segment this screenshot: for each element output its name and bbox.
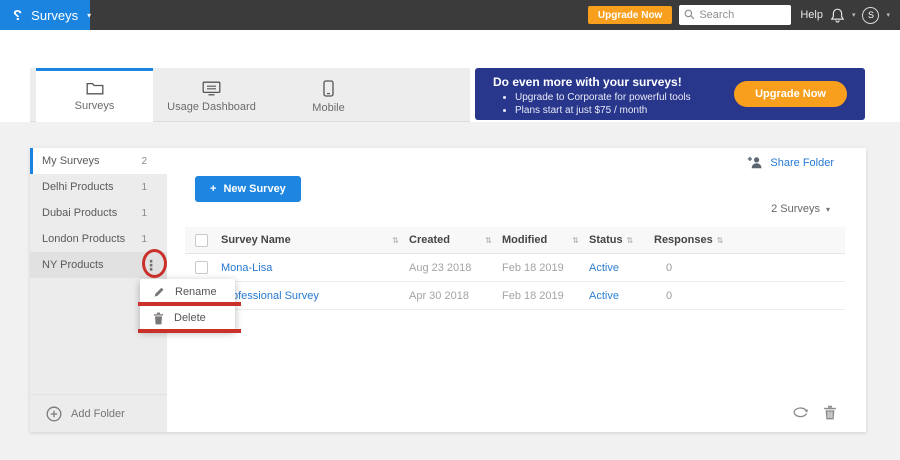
avatar[interactable]: S [862,6,880,24]
upgrade-now-button[interactable]: Upgrade Now [587,6,673,24]
search-icon [684,9,695,20]
chevron-down-icon: ▾ [825,204,830,214]
app-switcher[interactable]: ? Surveys ▾ [0,0,92,30]
menu-item-delete[interactable]: Delete [140,305,235,331]
sidebar-item-delhi-products[interactable]: Delhi Products 1 [30,174,167,200]
banner-bullet: Plans start at just $75 / month [515,104,691,117]
folder-label: NY Products [42,259,104,271]
new-survey-label: New Survey [223,183,286,195]
created-cell: Apr 30 2018 [409,289,469,302]
sort-icon[interactable]: ⇅ [572,236,579,245]
restore-icon[interactable] [792,406,809,419]
select-all-checkbox[interactable] [195,233,208,247]
table-header-row: Survey Name ⇅ Created ⇅ Modified ⇅ Statu… [185,227,845,254]
header-modified[interactable]: Modified ⇅ [502,234,589,246]
product-name: Surveys [31,7,79,23]
menu-item-rename[interactable]: Rename [140,279,235,305]
tab-label: Mobile [312,101,345,114]
share-folder-label: Share Folder [770,156,834,169]
folder-context-menu: Rename Delete [140,279,235,331]
share-folder-button[interactable]: Share Folder [747,156,834,169]
help-link[interactable]: Help [800,9,823,21]
proprofs-logo-icon: ? [13,6,23,24]
folder-label: My Surveys [42,155,100,167]
header-status[interactable]: Status ⇅ [589,234,641,246]
add-folder-label: Add Folder [71,407,125,420]
folder-count: 2 [141,155,147,167]
responses-cell: 0 [665,289,673,302]
banner-title: Do even more with your surveys! [493,75,682,89]
sort-icon[interactable]: ⇅ [392,236,399,245]
header-survey-name[interactable]: Survey Name ⇅ [221,234,409,246]
search-box[interactable] [679,5,792,25]
pencil-icon [154,287,164,297]
topbar: ? Surveys ▾ Upgrade Now Help ▾ S ▾ [0,0,900,30]
folder-count: 1 [141,181,147,193]
folder-icon [86,82,103,95]
delete-label: Delete [174,312,206,324]
banner-bullet: Upgrade to Corporate for powerful tools [515,91,691,104]
chevron-down-icon: ▾ [87,10,92,20]
row-checkbox[interactable] [195,261,208,274]
plus-circle-icon [46,406,62,421]
folder-count: 1 [141,207,147,219]
surveys-count-label: 2 Surveys [771,203,820,215]
chevron-down-icon[interactable]: ▾ [852,11,856,19]
kebab-menu-icon[interactable]: ⋮ [144,256,158,274]
sort-icon[interactable]: ⇅ [485,236,492,245]
tab-surveys[interactable]: Surveys [36,68,153,122]
created-cell: Aug 23 2018 [409,261,472,274]
surveys-count-dropdown[interactable]: 2 Surveys ▾ [771,203,830,215]
sidebar-item-dubai-products[interactable]: Dubai Products 1 [30,200,167,226]
folder-count: 1 [141,233,147,245]
sort-icon[interactable]: ⇅ [627,236,634,245]
modified-cell: Feb 18 2019 [502,289,564,302]
header-created[interactable]: Created ⇅ [409,234,502,246]
folder-label: London Products [42,233,126,245]
rename-label: Rename [175,286,217,298]
plus-icon: + [210,183,217,195]
mobile-icon [323,79,334,97]
sidebar-item-ny-products[interactable]: NY Products ⋮ [30,252,167,278]
status-cell[interactable]: Active [589,262,641,274]
sort-icon[interactable]: ⇅ [717,236,724,245]
footer-actions [792,405,837,420]
main-content: Share Folder + New Survey 2 Surveys ▾ Su… [167,148,866,432]
table-row: Mona-Lisa Aug 23 2018 Feb 18 2019 Active… [185,254,845,282]
survey-name-link[interactable]: Professional Survey [221,290,409,302]
banner-upgrade-button[interactable]: Upgrade Now [734,81,847,107]
tab-mobile[interactable]: Mobile [270,68,387,122]
chevron-down-icon[interactable]: ▾ [886,11,890,19]
survey-name-link[interactable]: Mona-Lisa [221,262,409,274]
share-folder-icon [748,156,763,169]
promo-banner: Do even more with your surveys! Upgrade … [475,68,865,120]
header-responses[interactable]: Responses ⇅ [641,234,723,246]
folder-label: Delhi Products [42,181,114,193]
tab-label: Usage Dashboard [167,100,256,113]
folder-label: Dubai Products [42,207,118,219]
surveys-table: Survey Name ⇅ Created ⇅ Modified ⇅ Statu… [185,227,845,310]
tab-label: Surveys [74,100,115,112]
tab-strip: Surveys Usage Dashboard Mobile [30,68,470,122]
trash-icon[interactable] [823,405,837,420]
sidebar-item-my-surveys[interactable]: My Surveys 2 [30,148,167,174]
add-folder-button[interactable]: Add Folder [30,394,167,432]
new-survey-button[interactable]: + New Survey [195,176,301,202]
search-input[interactable] [699,5,788,25]
responses-cell: 0 [665,261,673,274]
trash-icon [153,312,164,324]
sidebar-item-london-products[interactable]: London Products 1 [30,226,167,252]
tab-usage-dashboard[interactable]: Usage Dashboard [153,68,270,122]
table-row: Professional Survey Apr 30 2018 Feb 18 2… [185,282,845,310]
status-cell[interactable]: Active [589,290,641,302]
notifications-bell-icon[interactable] [830,7,845,23]
modified-cell: Feb 18 2019 [502,261,564,274]
dashboard-icon [202,81,221,95]
